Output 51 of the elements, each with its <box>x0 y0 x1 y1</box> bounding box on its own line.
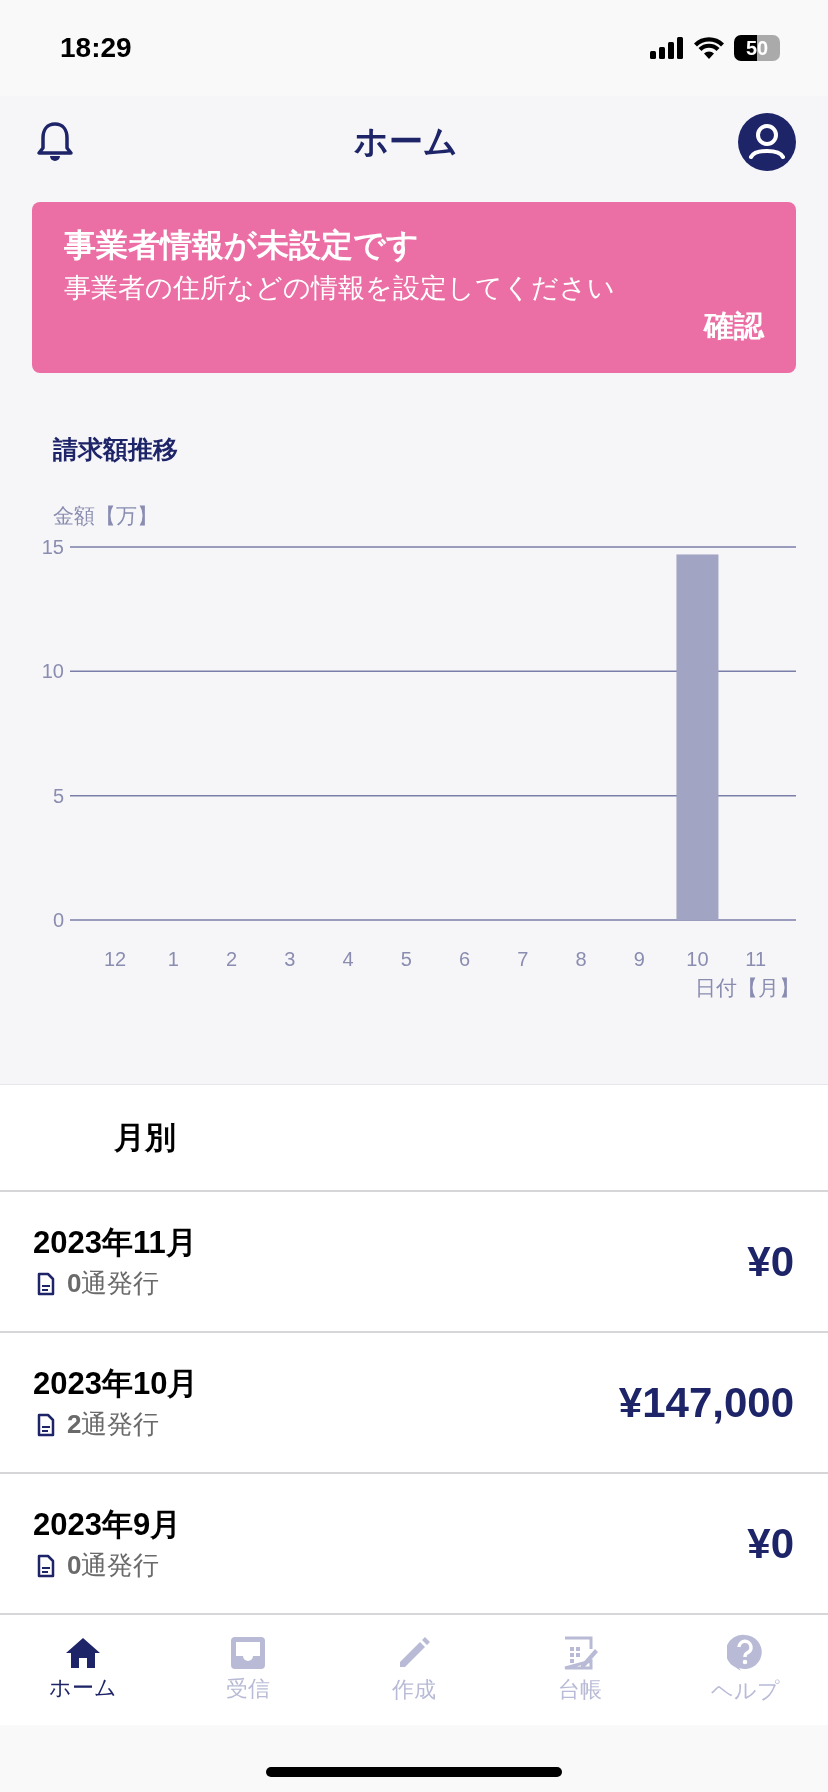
tab[interactable]: ホーム <box>0 1615 166 1725</box>
x-tick-label: 1 <box>167 948 179 970</box>
home-icon <box>64 1637 101 1669</box>
banner-title: 事業者情報が未設定です <box>64 226 419 265</box>
bell-icon[interactable] <box>36 121 74 163</box>
page-title: ホーム <box>354 121 458 162</box>
x-tick-label: 2 <box>225 948 238 970</box>
x-axis-label: 日付【月】 <box>695 975 800 1001</box>
banner-message: 事業者の住所などの情報を設定してください <box>64 272 615 305</box>
tab[interactable]: 受信 <box>165 1615 332 1725</box>
x-tick-label: 7 <box>517 948 529 970</box>
chart-title: 請求額推移 <box>53 434 178 465</box>
issued-count: 2通発行 <box>67 1408 160 1441</box>
section-heading: 月別 <box>114 1118 176 1157</box>
amount: ¥0 <box>747 1519 794 1568</box>
document-icon <box>37 1271 55 1296</box>
issued-count: 0通発行 <box>67 1549 160 1582</box>
month-label: 2023年10月 <box>33 1365 199 1403</box>
confirm-link[interactable]: 確認 <box>704 306 764 347</box>
help-icon <box>727 1634 764 1672</box>
document-icon <box>37 1412 55 1437</box>
x-tick-label: 4 <box>342 948 354 970</box>
month-label: 2023年11月 <box>33 1224 197 1262</box>
x-tick-label: 11 <box>745 948 767 970</box>
x-tick-label: 12 <box>103 948 127 970</box>
signal-icon <box>650 37 684 59</box>
amount: ¥147,000 <box>618 1378 794 1427</box>
y-tick-label: 10 <box>41 660 64 683</box>
document-icon <box>37 1553 55 1578</box>
tab[interactable]: 作成 <box>331 1615 497 1725</box>
y-tick-label: 0 <box>52 909 64 931</box>
wifi-icon <box>694 37 724 59</box>
x-tick-label: 9 <box>633 948 645 970</box>
amount: ¥0 <box>747 1237 794 1286</box>
tab[interactable]: ヘルプ <box>662 1615 828 1725</box>
tab[interactable]: 台帳 <box>496 1615 663 1725</box>
y-axis-label: 金額【万】 <box>53 503 158 529</box>
warning-banner[interactable]: 事業者情報が未設定です 事業者の住所などの情報を設定してください 確認 <box>32 202 796 373</box>
x-tick-label: 6 <box>458 948 471 970</box>
issued-count: 0通発行 <box>67 1267 160 1300</box>
user-avatar-icon[interactable] <box>738 113 796 171</box>
y-tick-label: 15 <box>41 536 64 558</box>
y-tick-label: 5 <box>52 784 64 807</box>
battery-icon: 50 <box>734 35 780 61</box>
x-tick-label: 8 <box>575 948 587 970</box>
x-tick-label: 3 <box>284 948 296 970</box>
x-tick-label: 10 <box>686 948 709 970</box>
inbox-icon <box>230 1636 267 1670</box>
status-time: 18:29 <box>60 32 132 64</box>
x-tick-label: 5 <box>400 948 412 970</box>
month-label: 2023年9月 <box>33 1506 182 1544</box>
